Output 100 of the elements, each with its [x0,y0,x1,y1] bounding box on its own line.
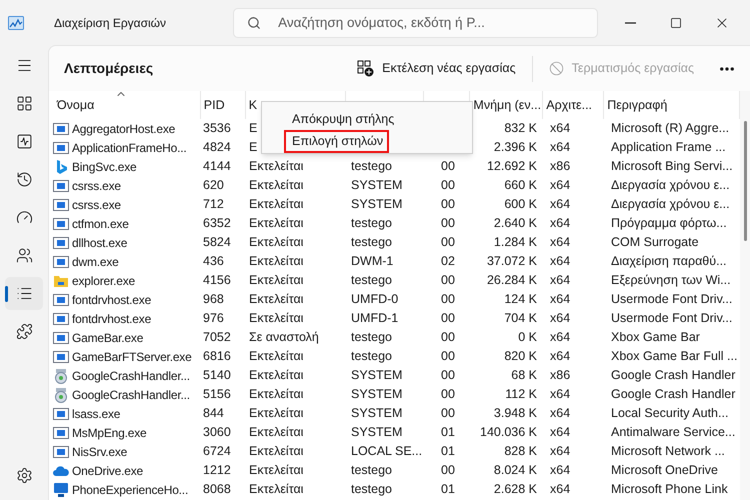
minimize-icon [624,22,636,24]
table-cell: SYSTEM [351,368,402,382]
table-cell: Εκτελείται [249,235,304,250]
table-cell: 6352 [203,216,231,230]
puzzle-icon [16,323,32,340]
table-cell: x86 [550,159,570,174]
table-cell: 4156 [203,273,231,288]
table-cell: 37.072 K [486,254,537,268]
run-task-button[interactable]: Εκτέλεση νέας εργασίας [349,54,524,84]
menu-item[interactable]: Επιλογή στηλών [284,130,390,153]
column-header[interactable]: Αρχιτε... [546,96,592,114]
search-icon [247,16,262,30]
table-cell: 12.692 K [486,159,537,174]
page-title: Λεπτομέρειες [64,59,154,78]
table-cell: testego [351,330,392,344]
table-cell-text: ctfmon.exe [72,216,129,232]
table-cell: Πρόγραμμα φόρτω... [611,216,727,230]
table-cell: 6816 [203,349,231,364]
app-icon [8,16,24,30]
table-cell: Usermode Font Driv... [611,292,732,306]
table-cell: 00 [441,349,455,364]
table-cell: Εκτελείται [249,273,304,288]
table-cell: 1.284 K [494,235,537,250]
table-cell: 832 K [504,121,537,136]
table-cell: testego [351,482,392,496]
monitor-icon [53,482,69,498]
table-cell: Ε [249,140,258,154]
table-cell: Εκτελείται [249,482,304,496]
window-icon [53,216,69,232]
table-cell: Xbox Game Bar [611,330,700,344]
column-header[interactable]: Περιγραφή [607,96,668,114]
table-cell: 704 K [504,311,537,326]
table-cell: x64 [550,254,570,268]
table-cell: Microsoft Network ... [611,444,725,458]
table-cell: Εκτελείται [249,254,304,268]
column-header[interactable]: Μνήμη (εν... [473,96,542,114]
window-icon [53,254,69,270]
table-cell: SYSTEM [351,387,402,402]
table-cell: x64 [550,121,570,136]
maximize-icon [670,16,682,28]
table-cell-text: csrss.exe [72,178,121,194]
table-cell: Εκτελείται [249,292,304,306]
table-cell: x64 [550,178,570,192]
table-cell: 2.628 K [494,482,537,496]
table-cell: 660 K [504,178,537,192]
table-cell: Antimalware Service... [611,425,736,440]
table-cell: Google Crash Handler [611,368,736,382]
window-icon [53,444,69,460]
table-cell: UMFD-1 [351,311,398,326]
table-cell: x64 [550,330,570,344]
table-cell: 436 [203,254,224,268]
table-cell: 00 [441,216,455,230]
table-cell-text: ApplicationFrameHo... [72,140,187,156]
table-cell: x64 [550,349,570,364]
menu-item[interactable]: Απόκρυψη στήλης [284,108,400,130]
new-task-icon [357,60,374,77]
table-cell: x64 [550,425,570,440]
scrollbar-thumb[interactable] [744,121,746,241]
table-cell: SYSTEM [351,178,402,192]
gauge-icon [16,209,32,226]
table-cell-text: csrss.exe [72,196,121,214]
table-cell: 0 K [518,330,537,344]
table-cell: 00 [441,178,455,192]
table-cell: x64 [550,273,570,288]
table-cell: 01 [441,444,455,458]
column-header[interactable]: Όνομα [57,96,94,114]
column-header[interactable]: PID [204,96,225,114]
table-cell-text: BingSvc.exe [72,158,137,176]
window-icon [53,310,69,326]
ban-icon [548,61,564,76]
table-cell-text: lsass.exe [72,406,120,422]
table-cell: Εκτελείται [249,406,304,420]
table-cell: 00 [441,292,455,306]
table-cell: 6724 [203,444,231,458]
window-icon [53,196,69,212]
table-cell: Local Security Auth... [611,406,728,420]
table-cell: SYSTEM [351,197,402,212]
window-icon [53,140,69,156]
table-cell: 3060 [203,425,231,440]
column-header[interactable]: K [248,96,258,114]
table-cell: Microsoft Bing Servi... [611,159,733,174]
table-cell-text: explorer.exe [72,272,135,290]
table-cell: testego [351,273,392,288]
table-cell: Διεργασία χρόνου ε... [611,197,730,212]
table-cell: Εκτελείται [249,159,304,174]
disc-icon [53,386,69,402]
window-icon [53,178,69,194]
sidebar-item[interactable] [5,277,43,310]
grid-icon [16,95,32,112]
table-cell: 8.024 K [494,463,537,478]
table-cell: Ε [249,121,258,136]
table-cell: 828 K [504,444,537,458]
table-cell: Εκτελείται [249,216,304,230]
table-cell: 712 [203,197,224,212]
table-cell: 00 [441,330,455,344]
users-icon [16,247,32,264]
search-field[interactable]: Αναζήτηση ονόματος, εκδότη ή P... [233,8,598,38]
table-cell: 00 [441,197,455,212]
disc-icon [53,368,69,384]
history-icon [16,171,32,188]
